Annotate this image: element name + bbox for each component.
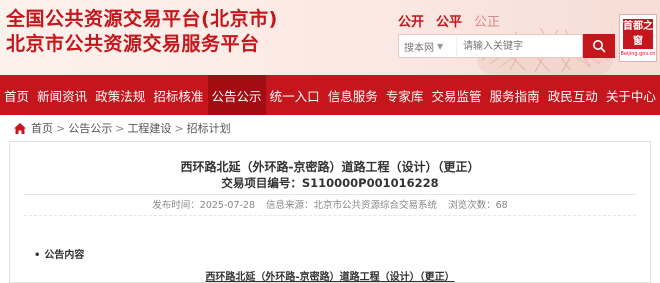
capital-window-logo[interactable]: 首 都 之 窗 Beijing.gov.cn <box>619 14 657 62</box>
search-button[interactable] <box>583 34 615 58</box>
divider <box>24 215 636 216</box>
platform-title-beijing: 北京市公共资源交易服务平台 <box>6 33 260 55</box>
home-icon <box>14 122 26 134</box>
site-header: 全国公共资源交易平台(北京市) 北京市公共资源交易服务平台 公开 公平 公正 搜… <box>0 0 660 75</box>
logo-subtext: Beijing.gov.cn <box>620 51 656 57</box>
nav-item-about[interactable]: 关于中心 <box>602 75 660 115</box>
nav-item-policies[interactable]: 政策法规 <box>91 75 149 115</box>
search-input[interactable] <box>456 34 583 58</box>
article-meta: 发布时间：2025-07-28 信息来源：北京市公共资源综合交易系统 浏览次数：… <box>10 197 650 211</box>
breadcrumb: 首页 > 公告公示 > 工程建设 > 招标计划 <box>0 115 660 141</box>
nav-item-unified-entry[interactable]: 统一入口 <box>266 75 324 115</box>
article-panel: 西环路北延（外环路-京密路）道路工程（设计）（更正） 交易项目编号：S11000… <box>9 141 651 283</box>
nav-item-interaction[interactable]: 政民互动 <box>544 75 602 115</box>
breadcrumb-home[interactable]: 首页 <box>31 120 53 136</box>
breadcrumb-bid-plan[interactable]: 招标计划 <box>187 120 231 136</box>
logo-char: 窗 <box>633 36 643 47</box>
search-scope-select[interactable]: 搜本网 ▼ <box>398 34 456 58</box>
info-source: 信息来源：北京市公共资源综合交易系统 <box>266 200 438 211</box>
nav-item-expert-library[interactable]: 专家库 <box>382 75 428 115</box>
main-navigation: 首页 新闻资讯 政策法规 招标核准 公告公示 统一入口 信息服务 专家库 交易监… <box>0 75 660 115</box>
publish-date: 发布时间：2025-07-28 <box>152 200 256 211</box>
section-label: 公告内容 <box>34 246 84 261</box>
logo-char: 之 <box>643 21 653 32</box>
breadcrumb-separator: > <box>115 121 125 135</box>
nav-item-home[interactable]: 首页 <box>0 75 33 115</box>
nav-item-info-services[interactable]: 信息服务 <box>324 75 382 115</box>
article-title: 西环路北延（外环路-京密路）道路工程（设计）（更正） <box>180 160 480 174</box>
breadcrumb-separator: > <box>174 121 184 135</box>
search-icon <box>593 40 606 53</box>
logo-char: 首 <box>623 21 633 32</box>
breadcrumb-engineering[interactable]: 工程建设 <box>127 120 171 136</box>
project-code: 交易项目编号：S110000P001016228 <box>221 176 439 190</box>
logo-mark: 首 都 之 窗 <box>623 19 653 49</box>
platform-title-national: 全国公共资源交易平台(北京市) <box>6 8 278 30</box>
search-scope-label: 搜本网 <box>404 42 434 54</box>
divider <box>24 194 636 195</box>
slogans: 公开 公平 公正 <box>398 11 500 30</box>
slogan-open: 公开 <box>398 15 425 30</box>
breadcrumb-separator: > <box>56 121 66 135</box>
nav-item-bid-approval[interactable]: 招标核准 <box>149 75 207 115</box>
logo-char: 都 <box>633 21 643 32</box>
slogan-just: 公正 <box>474 15 501 30</box>
view-count: 浏览次数：68 <box>448 200 508 211</box>
search-bar: 搜本网 ▼ <box>398 34 615 58</box>
chevron-down-icon: ▼ <box>437 41 444 51</box>
nav-item-service-guide[interactable]: 服务指南 <box>486 75 544 115</box>
breadcrumb-announcements[interactable]: 公告公示 <box>68 120 112 136</box>
nav-item-supervision[interactable]: 交易监管 <box>428 75 486 115</box>
nav-item-announcements[interactable]: 公告公示 <box>207 75 266 115</box>
body-title: 西环路北延（外环路-京密路）道路工程（设计）（更正） <box>205 272 455 283</box>
nav-item-news[interactable]: 新闻资讯 <box>33 75 91 115</box>
slogan-fair: 公平 <box>436 15 463 30</box>
